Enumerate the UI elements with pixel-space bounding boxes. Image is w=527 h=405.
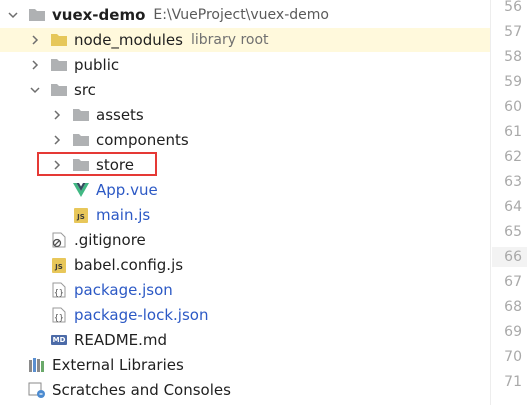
store-highlight-box (37, 152, 157, 176)
line-number: 56 (504, 0, 522, 15)
svg-text:{}: {} (54, 313, 64, 322)
folder-icon (72, 107, 90, 123)
vue-icon (72, 182, 90, 198)
root-folder-label: vuex-demo (52, 6, 146, 24)
markdown-file-icon: MD (51, 335, 67, 345)
line-number: 63 (504, 174, 522, 190)
tree-item-readme[interactable]: MD README.md (0, 328, 490, 352)
line-number-gutter: 56 57 58 59 60 61 62 63 64 65 66 67 68 6… (490, 0, 527, 405)
chevron-right-icon[interactable] (50, 108, 64, 122)
tree-item-package-json[interactable]: {} package.json (0, 278, 490, 302)
root-path: E:\VueProject\vuex-demo (153, 7, 329, 23)
tree-item-babel-config[interactable]: JS babel.config.js (0, 253, 490, 277)
line-number: 61 (504, 124, 522, 140)
folder-icon (28, 7, 46, 23)
gitignore-label: .gitignore (74, 231, 146, 249)
tree-item-main-js[interactable]: JS main.js (0, 203, 490, 227)
project-tree: vuex-demo E:\VueProject\vuex-demo node_m… (0, 0, 490, 405)
chevron-down-icon[interactable] (28, 83, 42, 97)
package-lock-label: package-lock.json (74, 306, 209, 324)
library-root-hint: library root (190, 32, 269, 48)
js-file-icon: JS (50, 257, 68, 273)
line-number: 68 (504, 299, 522, 315)
line-number: 67 (504, 274, 522, 290)
tree-item-components[interactable]: components (0, 128, 490, 152)
line-number: 62 (504, 149, 522, 165)
readme-label: README.md (74, 331, 168, 349)
public-label: public (74, 56, 120, 74)
node-modules-label: node_modules (74, 31, 183, 49)
chevron-down-icon[interactable] (6, 8, 20, 22)
src-label: src (74, 81, 96, 99)
tree-item-external-libraries[interactable]: External Libraries (0, 353, 490, 377)
line-number: 59 (504, 74, 522, 90)
chevron-right-icon[interactable] (28, 58, 42, 72)
tree-item-node-modules[interactable]: node_modules library root (0, 28, 490, 52)
line-number: 60 (504, 99, 522, 115)
json-file-icon: {} (50, 307, 68, 323)
libraries-icon (28, 357, 46, 373)
scratches-label: Scratches and Consoles (52, 381, 231, 399)
tree-item-package-lock[interactable]: {} package-lock.json (0, 303, 490, 327)
components-label: components (96, 131, 189, 149)
folder-icon (50, 82, 68, 98)
line-number: 57 (504, 24, 522, 40)
line-number: 58 (504, 49, 522, 65)
ignore-file-icon (50, 232, 68, 248)
line-number: 71 (504, 374, 522, 390)
external-libraries-label: External Libraries (52, 356, 184, 374)
tree-item-gitignore[interactable]: .gitignore (0, 228, 490, 252)
line-number-current: 66 (492, 247, 527, 267)
tree-item-scratches[interactable]: Scratches and Consoles (0, 378, 490, 402)
library-folder-icon (50, 32, 68, 48)
package-json-label: package.json (74, 281, 173, 299)
app-vue-label: App.vue (96, 181, 158, 199)
main-js-label: main.js (96, 206, 151, 224)
line-number: 65 (504, 224, 522, 240)
folder-icon (72, 132, 90, 148)
line-number: 70 (504, 349, 522, 365)
json-file-icon: {} (50, 282, 68, 298)
svg-text:{}: {} (54, 288, 64, 297)
tree-item-assets[interactable]: assets (0, 103, 490, 127)
folder-icon (50, 57, 68, 73)
js-file-icon: JS (72, 207, 90, 223)
line-number: 69 (504, 324, 522, 340)
tree-item-vuex-demo[interactable]: vuex-demo E:\VueProject\vuex-demo (0, 3, 490, 27)
line-number: 64 (504, 199, 522, 215)
chevron-right-icon[interactable] (28, 33, 42, 47)
babel-config-label: babel.config.js (74, 256, 184, 274)
tree-item-public[interactable]: public (0, 53, 490, 77)
tree-item-src[interactable]: src (0, 78, 490, 102)
assets-label: assets (96, 106, 144, 124)
chevron-right-icon[interactable] (50, 133, 64, 147)
scratches-icon (28, 382, 46, 398)
tree-item-app-vue[interactable]: App.vue (0, 178, 490, 202)
